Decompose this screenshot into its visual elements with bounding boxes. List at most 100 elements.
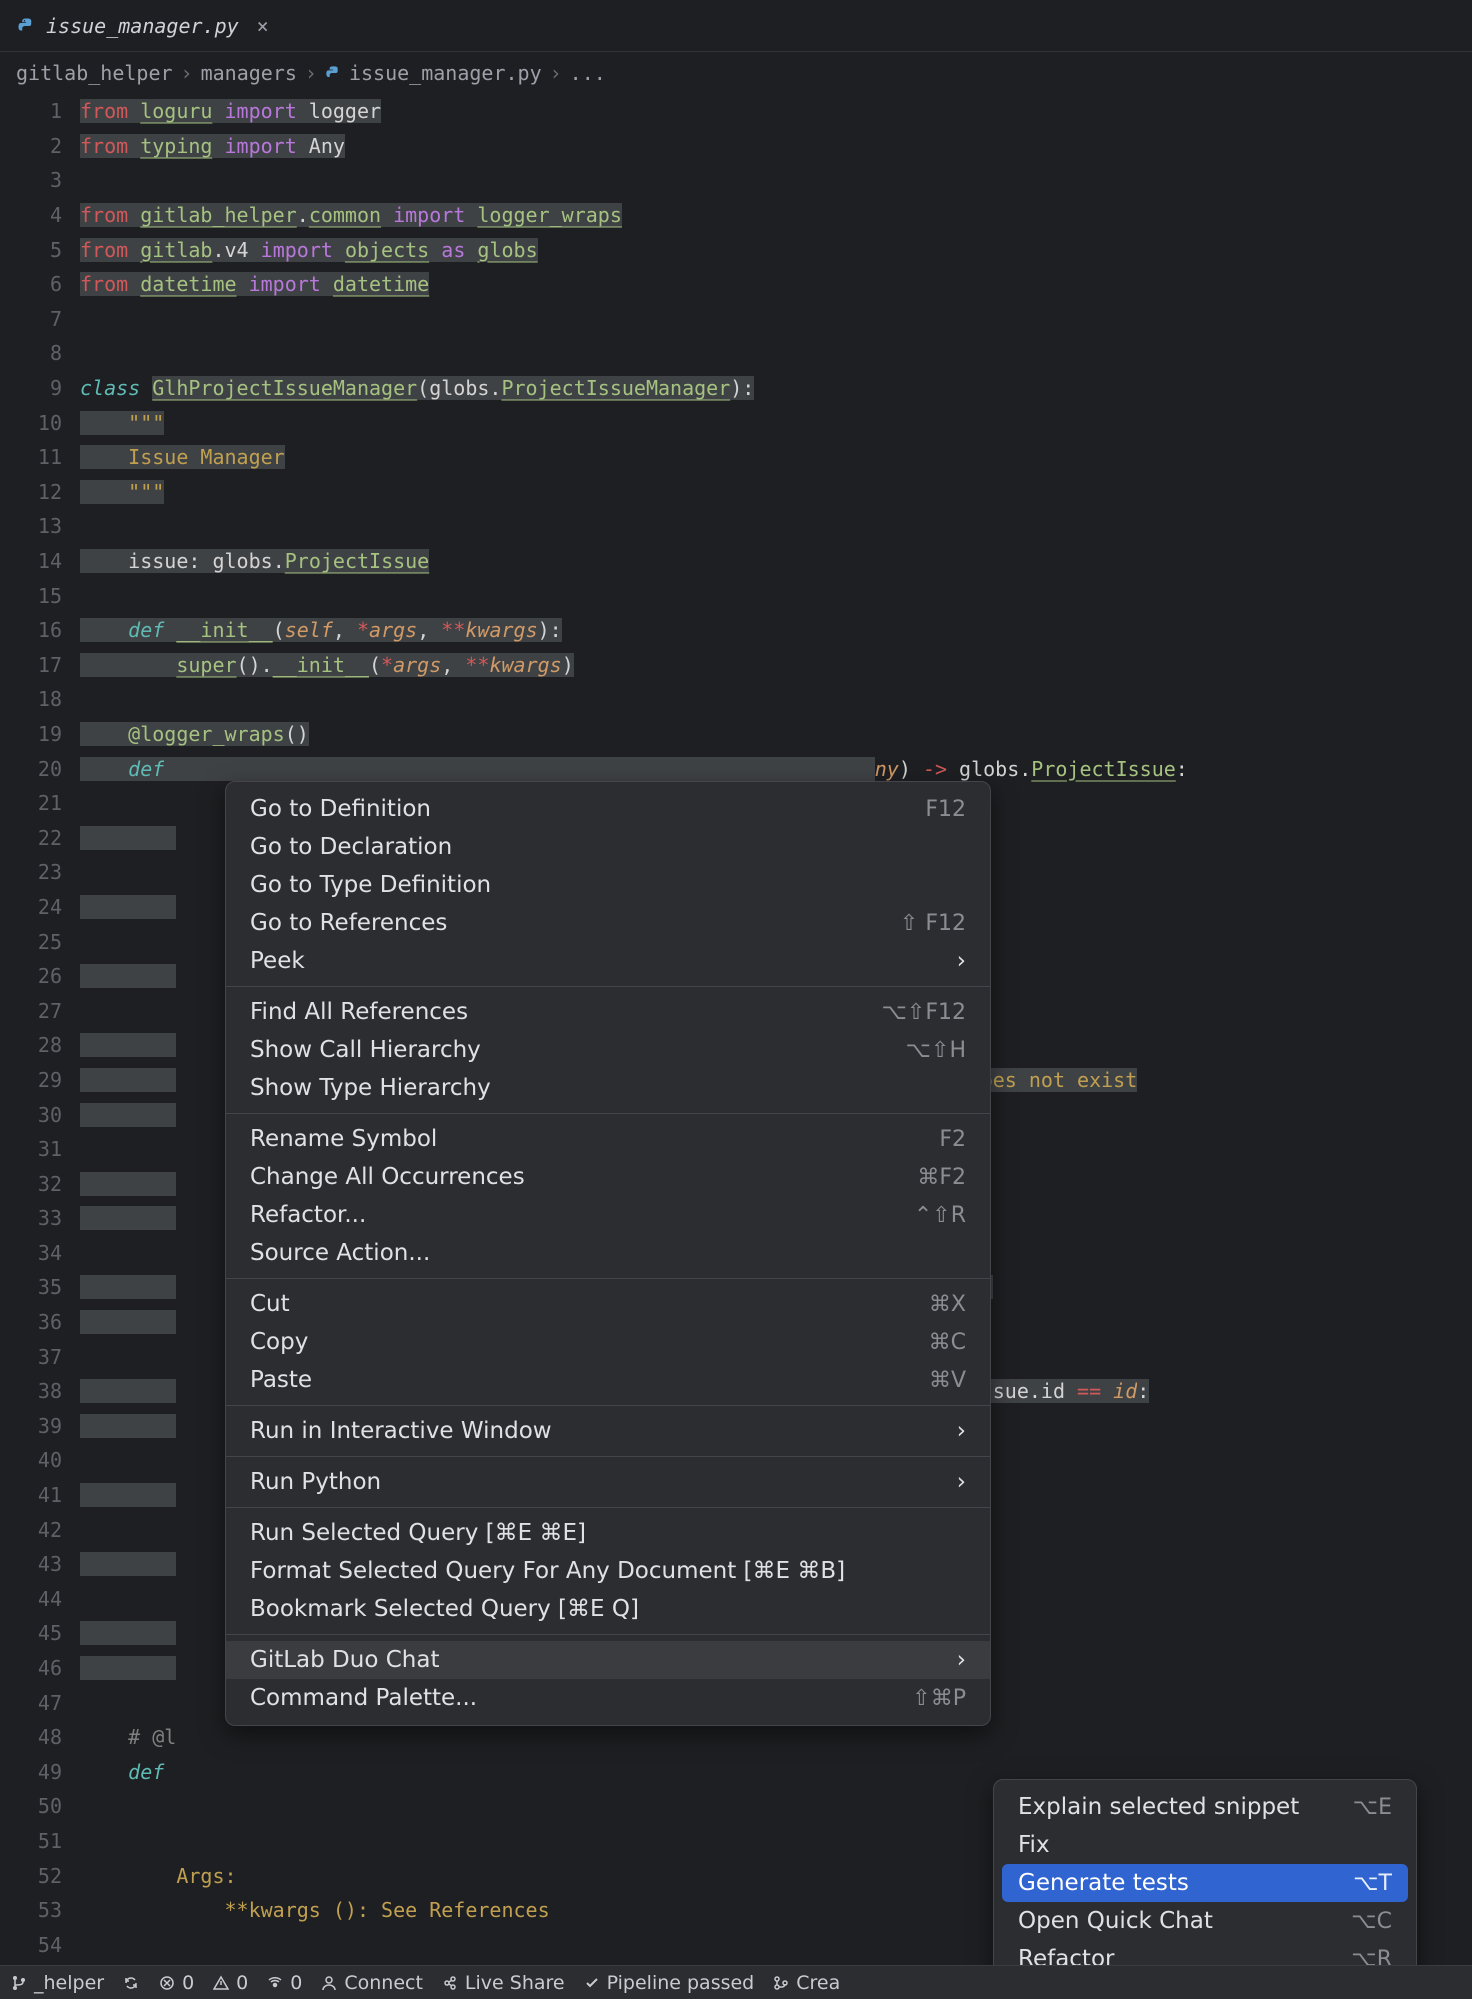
code-content[interactable]: from gitlab_helper.common import logger_… <box>80 203 622 227</box>
code-content[interactable]: """ <box>80 411 164 435</box>
editor-tab[interactable]: issue_manager.py × <box>0 0 285 51</box>
status-item-warning[interactable]: 0 <box>212 1972 248 1994</box>
menu-shortcut: ⇧⌘P <box>912 1686 966 1711</box>
menu-item-show-call-hierarchy[interactable]: Show Call Hierarchy⌥⇧H <box>226 1031 990 1069</box>
menu-item-go-to-type-definition[interactable]: Go to Type Definition <box>226 866 990 904</box>
menu-item-go-to-definition[interactable]: Go to DefinitionF12 <box>226 790 990 828</box>
line-number: 45 <box>0 1621 80 1645</box>
menu-item-change-all-occurrences[interactable]: Change All Occurrences⌘F2 <box>226 1158 990 1196</box>
menu-item-bookmark-selected-query-e-q[interactable]: Bookmark Selected Query [⌘E Q] <box>226 1590 990 1628</box>
code-content[interactable]: def __init__(self, *args, **kwargs): <box>80 618 562 642</box>
menu-item-go-to-references[interactable]: Go to References⇧ F12 <box>226 904 990 942</box>
code-line[interactable]: 9class GlhProjectIssueManager(globs.Proj… <box>0 371 1472 406</box>
code-content[interactable]: **kwargs (): See References <box>80 1898 550 1922</box>
status-item-error[interactable]: 0 <box>158 1972 194 1994</box>
menu-item-source-action[interactable]: Source Action... <box>226 1234 990 1272</box>
code-content[interactable] <box>80 1310 176 1334</box>
code-content[interactable] <box>80 1206 176 1230</box>
code-content[interactable] <box>80 964 176 988</box>
breadcrumb-item[interactable]: managers <box>201 61 297 85</box>
menu-item-peek[interactable]: Peek› <box>226 942 990 980</box>
status-item-git[interactable]: Crea <box>772 1972 840 1994</box>
code-content[interactable]: from datetime import datetime <box>80 272 429 296</box>
menu-item-command-palette[interactable]: Command Palette...⇧⌘P <box>226 1679 990 1717</box>
code-content[interactable] <box>80 1483 176 1507</box>
status-item-check[interactable]: Pipeline passed <box>583 1972 755 1994</box>
code-content[interactable] <box>80 895 176 919</box>
code-line[interactable]: 11 Issue Manager <box>0 440 1472 475</box>
code-line[interactable]: 16 def __init__(self, *args, **kwargs): <box>0 613 1472 648</box>
code-line[interactable]: 19 @logger_wraps() <box>0 717 1472 752</box>
code-content[interactable]: class GlhProjectIssueManager(globs.Proje… <box>80 376 754 400</box>
code-content[interactable] <box>80 1656 176 1680</box>
status-item-branch[interactable]: _helper <box>10 1972 104 1994</box>
code-line[interactable]: 4from gitlab_helper.common import logger… <box>0 198 1472 233</box>
close-icon[interactable]: × <box>257 14 269 38</box>
status-item-liveshare[interactable]: Live Share <box>441 1972 565 1994</box>
code-line[interactable]: 10 """ <box>0 405 1472 440</box>
code-content[interactable]: def <box>80 1760 164 1784</box>
menu-item-refactor[interactable]: Refactor...⌃⇧R <box>226 1196 990 1234</box>
submenu-item-explain-selected-snippet[interactable]: Explain selected snippet⌥E <box>994 1788 1416 1826</box>
menu-item-rename-symbol[interactable]: Rename SymbolF2 <box>226 1120 990 1158</box>
code-content[interactable]: issue: globs.ProjectIssue <box>80 549 429 573</box>
code-content[interactable]: from loguru import logger <box>80 99 381 123</box>
menu-item-label: Show Call Hierarchy <box>250 1037 481 1063</box>
breadcrumb-item[interactable]: ... <box>570 61 606 85</box>
menu-item-copy[interactable]: Copy⌘C <box>226 1323 990 1361</box>
menu-item-gitlab-duo-chat[interactable]: GitLab Duo Chat› <box>226 1641 990 1679</box>
line-number: 32 <box>0 1172 80 1196</box>
code-content[interactable] <box>80 1033 176 1057</box>
status-item-sync[interactable] <box>122 1974 140 1992</box>
submenu-item-generate-tests[interactable]: Generate tests⌥T <box>1002 1864 1408 1902</box>
menu-item-format-selected-query-for-any-document-e-b[interactable]: Format Selected Query For Any Document [… <box>226 1552 990 1590</box>
status-item-text: 0 <box>290 1972 302 1994</box>
menu-separator <box>226 1507 990 1508</box>
sync-icon <box>122 1974 140 1992</box>
code-content[interactable]: from typing import Any <box>80 134 345 158</box>
status-item-radio[interactable]: 0 <box>266 1972 302 1994</box>
submenu-item-fix[interactable]: Fix <box>994 1826 1416 1864</box>
code-content[interactable] <box>80 1414 176 1438</box>
code-content[interactable]: Issue Manager <box>80 445 285 469</box>
code-content[interactable]: Args: <box>80 1864 237 1888</box>
menu-item-paste[interactable]: Paste⌘V <box>226 1361 990 1399</box>
code-content[interactable]: # @l <box>80 1725 176 1749</box>
code-content[interactable]: """ <box>80 480 164 504</box>
breadcrumb-item[interactable]: issue_manager.py <box>349 61 542 85</box>
code-content[interactable] <box>80 1621 176 1645</box>
code-line[interactable]: 13 <box>0 509 1472 544</box>
menu-item-run-in-interactive-window[interactable]: Run in Interactive Window› <box>226 1412 990 1450</box>
status-item-person[interactable]: Connect <box>320 1972 423 1994</box>
menu-item-label: Peek <box>250 948 305 974</box>
code-line[interactable]: 8 <box>0 336 1472 371</box>
code-line[interactable]: 14 issue: globs.ProjectIssue <box>0 544 1472 579</box>
code-line[interactable]: 5from gitlab.v4 import objects as globs <box>0 232 1472 267</box>
code-line[interactable]: 7 <box>0 302 1472 337</box>
submenu-item-label: Explain selected snippet <box>1018 1794 1299 1820</box>
breadcrumb-item[interactable]: gitlab_helper <box>16 61 173 85</box>
menu-item-go-to-declaration[interactable]: Go to Declaration <box>226 828 990 866</box>
menu-item-cut[interactable]: Cut⌘X <box>226 1285 990 1323</box>
code-line[interactable]: 6from datetime import datetime <box>0 267 1472 302</box>
code-content[interactable] <box>80 1552 176 1576</box>
code-content[interactable]: def ny) -> globs.ProjectIssue: <box>80 757 1188 781</box>
code-line[interactable]: 17 super().__init__(*args, **kwargs) <box>0 648 1472 683</box>
menu-item-find-all-references[interactable]: Find All References⌥⇧F12 <box>226 993 990 1031</box>
code-line[interactable]: 15 <box>0 578 1472 613</box>
code-line[interactable]: 18 <box>0 682 1472 717</box>
menu-item-show-type-hierarchy[interactable]: Show Type Hierarchy <box>226 1069 990 1107</box>
code-content[interactable] <box>80 826 176 850</box>
menu-item-run-python[interactable]: Run Python› <box>226 1463 990 1501</box>
menu-item-run-selected-query-e-e[interactable]: Run Selected Query [⌘E ⌘E] <box>226 1514 990 1552</box>
code-line[interactable]: 1from loguru import logger <box>0 94 1472 129</box>
code-content[interactable] <box>80 1103 176 1127</box>
code-line[interactable]: 3 <box>0 163 1472 198</box>
submenu-item-open-quick-chat[interactable]: Open Quick Chat⌥C <box>994 1902 1416 1940</box>
line-number: 16 <box>0 618 80 642</box>
code-line[interactable]: 2from typing import Any <box>0 129 1472 164</box>
code-content[interactable]: super().__init__(*args, **kwargs) <box>80 653 574 677</box>
code-content[interactable]: @logger_wraps() <box>80 722 309 746</box>
code-content[interactable]: from gitlab.v4 import objects as globs <box>80 238 538 262</box>
code-line[interactable]: 12 """ <box>0 475 1472 510</box>
